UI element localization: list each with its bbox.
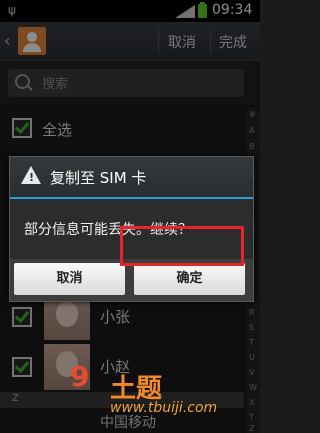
dialog-cancel-button[interactable]: 取消 [14,263,125,295]
warning-mark: ! [29,171,35,184]
dialog-title-bar: ! 复制至 SIM 卡 [10,157,253,199]
highlight-box [120,226,244,266]
dialog-title: 复制至 SIM 卡 [50,169,147,187]
watermark-mark: 9 [70,360,90,393]
watermark-site: www.tbuiji.com [110,400,218,416]
watermark-logo: 9 土题 www.tbuiji.com [70,360,217,430]
dialog-ok-button[interactable]: 确定 [134,263,245,295]
